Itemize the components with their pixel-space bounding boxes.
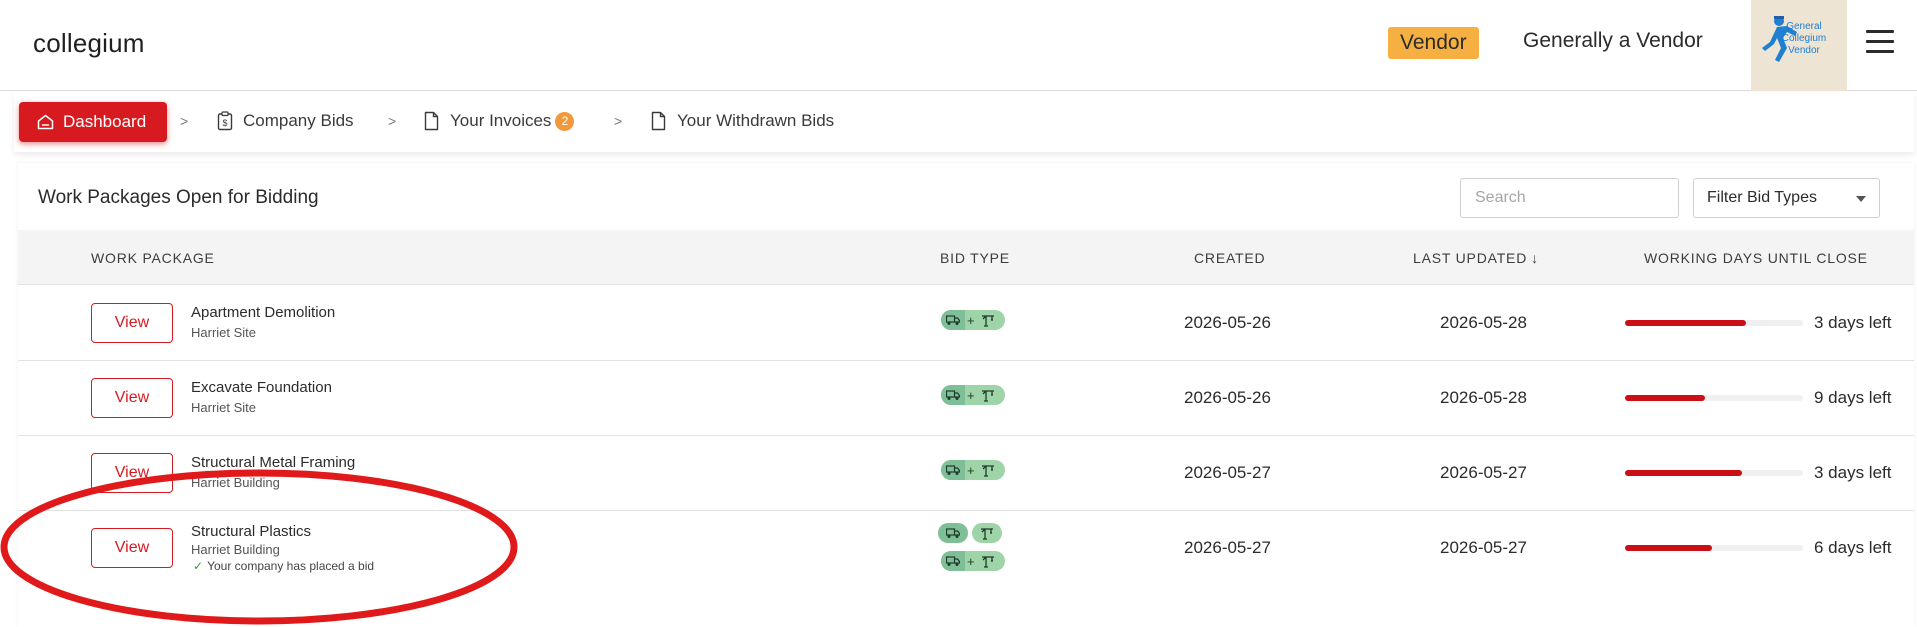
company-logo[interactable]: General Collegium Vendor <box>1751 0 1847 91</box>
logo-text-2: Collegium <box>1782 33 1826 44</box>
package-name: Structural Plastics <box>191 523 312 540</box>
days-left: 9 days left <box>1814 388 1892 407</box>
days-left: 3 days left <box>1814 313 1892 332</box>
package-name: Apartment Demolition <box>191 304 336 321</box>
days-progress-bar <box>1625 470 1803 476</box>
company-bids-link[interactable]: $ Company Bids <box>217 111 354 131</box>
breadcrumb-separator: > <box>388 113 397 129</box>
days-progress-bar <box>1625 395 1803 401</box>
filter-label: Filter Bid Types <box>1707 189 1817 206</box>
days-progress-bar <box>1625 320 1803 326</box>
bid-type-truck-crane-badge: + <box>941 551 1005 571</box>
truck-icon <box>938 523 968 543</box>
checkmark-icon: ✓ <box>193 559 204 573</box>
updated-date: 2026-05-28 <box>1440 388 1527 407</box>
role-badge: Vendor <box>1388 27 1479 59</box>
days-progress-bar <box>1625 545 1803 551</box>
svg-text:$: $ <box>222 118 227 128</box>
view-button[interactable]: View <box>91 303 173 343</box>
withdrawn-bids-link[interactable]: Your Withdrawn Bids <box>651 111 834 131</box>
breadcrumb-separator: > <box>180 113 189 129</box>
company-bids-label: Company Bids <box>243 111 354 130</box>
package-site: Harriet Building <box>191 542 280 557</box>
package-site: Harriet Site <box>191 325 257 340</box>
breadcrumb-separator: > <box>614 113 623 129</box>
updated-date: 2026-05-28 <box>1440 313 1527 332</box>
created-date: 2026-05-27 <box>1184 538 1271 557</box>
logo-text-1: General <box>1786 21 1822 32</box>
days-progress-fill <box>1625 470 1743 476</box>
bid-type-truck-badge <box>938 523 968 543</box>
brand-name[interactable]: collegium <box>33 28 145 59</box>
hamburger-menu-icon[interactable] <box>1866 28 1894 56</box>
bid-type-truck-crane-badge: + <box>941 310 1005 330</box>
home-icon <box>37 114 54 130</box>
package-name: Structural Metal Framing <box>191 454 356 471</box>
table-row: View Excavate Foundation Harriet Site + … <box>18 361 1914 436</box>
package-name: Excavate Foundation <box>191 379 332 396</box>
column-last-updated[interactable]: LAST UPDATED ↓ <box>1413 250 1539 266</box>
top-header: collegium Vendor Generally a Vendor Gene… <box>0 0 1917 91</box>
your-invoices-label: Your Invoices <box>450 111 552 130</box>
view-button[interactable]: View <box>91 453 173 493</box>
package-site: Harriet Building <box>191 475 280 490</box>
truck-icon <box>941 385 965 405</box>
table-header: WORK PACKAGE BID TYPE CREATED LAST UPDAT… <box>18 230 1914 285</box>
panel-title: Work Packages Open for Bidding <box>38 187 319 208</box>
user-name[interactable]: Generally a Vendor <box>1523 29 1703 53</box>
days-left: 6 days left <box>1814 538 1892 557</box>
your-invoices-link[interactable]: Your Invoices 2 <box>424 111 575 131</box>
table-row: View Structural Plastics Harriet Buildin… <box>18 511 1914 586</box>
crane-icon <box>977 551 999 571</box>
truck-icon <box>941 551 965 571</box>
filter-bid-types-select[interactable]: Filter Bid Types <box>1693 178 1880 218</box>
updated-date: 2026-05-27 <box>1440 538 1527 557</box>
days-progress-fill <box>1625 395 1706 401</box>
bid-type-crane-badge <box>972 523 1002 543</box>
clipboard-dollar-icon: $ <box>217 111 233 131</box>
bid-type-truck-crane-badge: + <box>941 385 1005 405</box>
view-button[interactable]: View <box>91 378 173 418</box>
bid-placed-note: ✓ Your company has placed a bid <box>193 559 375 573</box>
table-row: View Apartment Demolition Harriet Site +… <box>18 286 1914 361</box>
crane-icon <box>977 460 999 480</box>
column-bid-type[interactable]: BID TYPE <box>940 250 1010 266</box>
breadcrumb: Dashboard > $ Company Bids > Your Invoic… <box>14 92 1914 152</box>
logo-text-3: Vendor <box>1788 45 1820 56</box>
dashboard-button[interactable]: Dashboard <box>19 102 167 142</box>
created-date: 2026-05-26 <box>1184 313 1271 332</box>
view-button[interactable]: View <box>91 528 173 568</box>
created-date: 2026-05-27 <box>1184 463 1271 482</box>
withdrawn-bids-label: Your Withdrawn Bids <box>677 111 835 130</box>
days-left: 3 days left <box>1814 463 1892 482</box>
invoices-count-badge: 2 <box>555 112 575 131</box>
column-work-package[interactable]: WORK PACKAGE <box>91 250 215 266</box>
table-row: View Structural Metal Framing Harriet Bu… <box>18 436 1914 511</box>
truck-icon <box>941 460 965 480</box>
document-icon <box>424 111 439 131</box>
crane-icon <box>977 310 999 330</box>
column-created[interactable]: CREATED <box>1194 250 1265 266</box>
truck-icon <box>941 310 965 330</box>
days-progress-fill <box>1625 320 1747 326</box>
document-icon <box>651 111 666 131</box>
package-site: Harriet Site <box>191 400 257 415</box>
chevron-down-icon <box>1856 196 1866 202</box>
crane-icon <box>977 385 999 405</box>
dashboard-label: Dashboard <box>63 112 147 131</box>
runner-logo-icon: General Collegium Vendor <box>1762 16 1826 62</box>
bid-type-truck-crane-badge: + <box>941 460 1005 480</box>
sort-down-icon: ↓ <box>1531 250 1539 266</box>
days-progress-fill <box>1625 545 1713 551</box>
crane-icon <box>972 523 1002 543</box>
work-packages-panel: Work Packages Open for Bidding Filter Bi… <box>18 163 1914 627</box>
column-working-days[interactable]: WORKING DAYS UNTIL CLOSE <box>1644 250 1868 266</box>
search-input[interactable] <box>1460 178 1679 218</box>
created-date: 2026-05-26 <box>1184 388 1271 407</box>
updated-date: 2026-05-27 <box>1440 463 1527 482</box>
